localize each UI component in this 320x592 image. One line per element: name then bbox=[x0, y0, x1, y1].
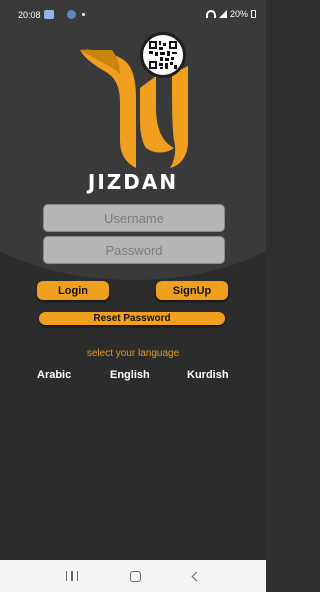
brand-name: JIZDAN bbox=[87, 170, 179, 194]
username-input[interactable] bbox=[43, 204, 225, 232]
qr-code-icon bbox=[149, 41, 177, 69]
system-nav-bar bbox=[0, 560, 266, 592]
wifi-icon bbox=[205, 10, 216, 18]
status-indicators: 20% bbox=[205, 9, 256, 19]
app-screen: 20:08 20% JIZDAN Username Login SignUp R… bbox=[0, 0, 266, 560]
language-label: select your language bbox=[86, 348, 180, 359]
recent-apps-icon[interactable] bbox=[66, 571, 78, 581]
app-notification-icon bbox=[67, 10, 76, 19]
battery-icon bbox=[251, 10, 256, 18]
gallery-notification-icon bbox=[44, 10, 54, 19]
home-icon[interactable] bbox=[130, 570, 141, 582]
language-english[interactable]: English bbox=[110, 369, 150, 381]
status-bar: 20:08 20% bbox=[0, 0, 266, 30]
signal-icon bbox=[218, 10, 227, 18]
status-time: 20:08 bbox=[18, 10, 41, 20]
login-button[interactable]: Login bbox=[37, 281, 109, 300]
language-kurdish[interactable]: Kurdish bbox=[187, 369, 229, 381]
language-arabic[interactable]: Arabic bbox=[37, 369, 71, 381]
signup-button[interactable]: SignUp bbox=[156, 281, 228, 300]
back-icon[interactable] bbox=[191, 571, 202, 581]
reset-password-button[interactable]: Reset Password bbox=[39, 312, 225, 325]
qr-code-button[interactable] bbox=[140, 32, 186, 78]
battery-percent: 20% bbox=[229, 9, 248, 19]
password-input[interactable] bbox=[43, 236, 225, 264]
more-notifications-icon bbox=[82, 13, 85, 16]
